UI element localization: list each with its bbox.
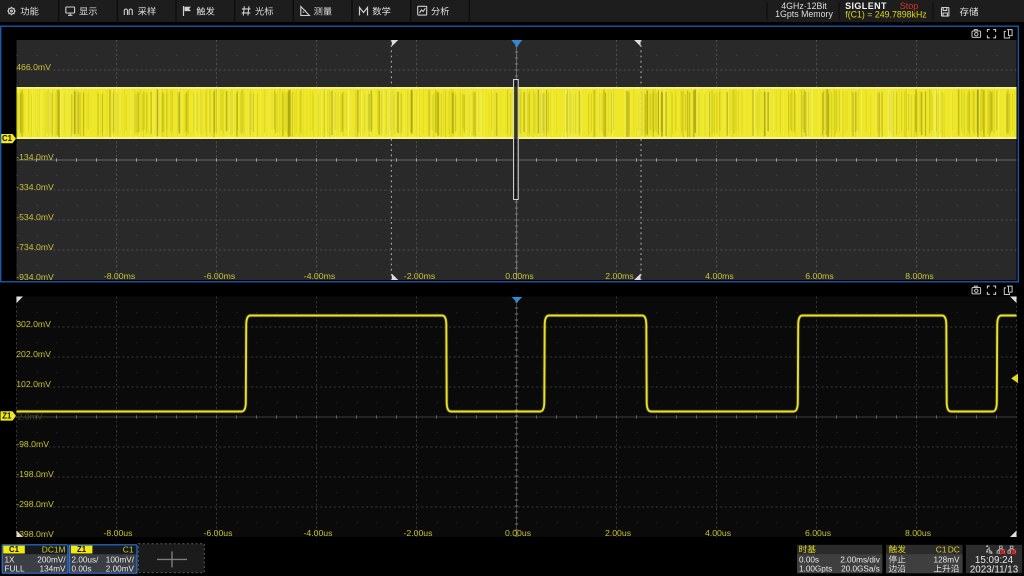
svg-text:4.00us: 4.00us: [705, 528, 732, 538]
svg-text:2023/11/13: 2023/11/13: [970, 565, 1019, 576]
svg-text:-6.00ms: -6.00ms: [204, 271, 236, 281]
svg-text:-6.00us: -6.00us: [204, 528, 234, 538]
svg-text:1Gpts Memory: 1Gpts Memory: [775, 9, 833, 19]
svg-text:f(C1) = 249.7898kHz: f(C1) = 249.7898kHz: [845, 9, 926, 19]
svg-text:Z1: Z1: [2, 412, 12, 421]
svg-text:0.00s: 0.00s: [72, 565, 92, 574]
svg-text:102.0mV: 102.0mV: [16, 379, 51, 389]
svg-text:4.00ms: 4.00ms: [705, 271, 734, 281]
svg-text:2.00us: 2.00us: [605, 528, 632, 538]
svg-text:DC: DC: [948, 544, 960, 554]
svg-text:1X: 1X: [5, 556, 16, 565]
svg-text:20.0GSa/s: 20.0GSa/s: [841, 565, 880, 574]
svg-text:-2.00ms: -2.00ms: [404, 271, 436, 281]
svg-text:C1: C1: [123, 544, 134, 554]
svg-text:134mV: 134mV: [40, 565, 66, 574]
svg-text:-198.0mV: -198.0mV: [16, 469, 54, 479]
svg-text:-4.00ms: -4.00ms: [304, 271, 336, 281]
svg-text:6.00us: 6.00us: [805, 528, 832, 538]
svg-text:C1: C1: [9, 545, 20, 554]
svg-text:DC1M: DC1M: [42, 544, 66, 554]
svg-text:1.00Gpts: 1.00Gpts: [799, 565, 832, 574]
svg-text:-334.0mV: -334.0mV: [16, 182, 54, 192]
svg-text:-8.00ms: -8.00ms: [104, 271, 136, 281]
svg-text:Z1: Z1: [77, 545, 87, 554]
svg-text:466.0mV: 466.0mV: [16, 62, 51, 72]
svg-text:2.00ms: 2.00ms: [605, 271, 634, 281]
svg-text:302.0mV: 302.0mV: [16, 319, 51, 329]
svg-text:-134.0mV: -134.0mV: [16, 152, 54, 162]
svg-text:2.00mV: 2.00mV: [106, 565, 135, 574]
svg-text:100mV/: 100mV/: [106, 556, 135, 565]
svg-text:0.00ms: 0.00ms: [505, 271, 534, 281]
svg-text:0.00us: 0.00us: [505, 528, 532, 538]
svg-text:8.00us: 8.00us: [905, 528, 932, 538]
svg-text:-2.00us: -2.00us: [404, 528, 434, 538]
svg-text:2.00us/: 2.00us/: [72, 556, 100, 565]
svg-text:200mV/: 200mV/: [37, 556, 66, 565]
svg-text:-298.0mV: -298.0mV: [16, 499, 54, 509]
svg-text:202.0mV: 202.0mV: [16, 349, 51, 359]
svg-text:-534.0mV: -534.0mV: [16, 212, 54, 222]
svg-text:-98.0mV: -98.0mV: [16, 439, 49, 449]
svg-text:0.00s: 0.00s: [799, 556, 819, 565]
svg-text:2.00ms/div: 2.00ms/div: [840, 556, 880, 565]
svg-text:128mV: 128mV: [934, 556, 960, 565]
svg-text:-398.0mV: -398.0mV: [16, 529, 54, 539]
svg-text:-934.0mV: -934.0mV: [16, 272, 54, 282]
svg-text:2.0mV: 2.0mV: [18, 411, 43, 421]
svg-text:-8.00us: -8.00us: [104, 528, 134, 538]
svg-text:6.00ms: 6.00ms: [805, 271, 834, 281]
svg-text:-4.00us: -4.00us: [304, 528, 334, 538]
svg-text:C1: C1: [2, 134, 13, 143]
svg-text:FULL: FULL: [5, 565, 25, 574]
svg-text:C1: C1: [936, 544, 947, 554]
svg-text:8.00ms: 8.00ms: [905, 271, 934, 281]
svg-text:-734.0mV: -734.0mV: [16, 242, 54, 252]
